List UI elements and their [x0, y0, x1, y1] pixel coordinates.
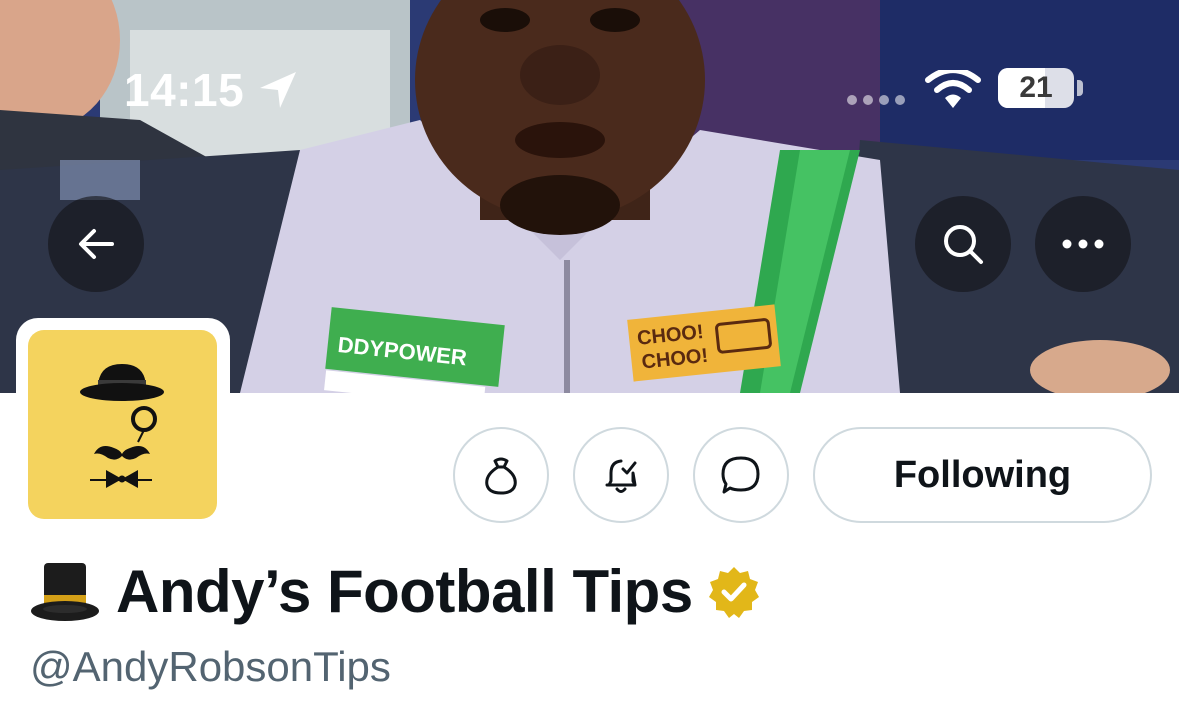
search-icon	[944, 225, 983, 264]
profile-name-row: Andy’s Football Tips	[30, 556, 761, 628]
wifi-icon	[925, 70, 981, 108]
message-button[interactable]	[693, 427, 789, 523]
battery-cap	[1077, 80, 1083, 96]
status-time: 14:15	[124, 64, 245, 116]
location-arrow-icon	[260, 72, 296, 108]
gold-verified-badge-icon[interactable]	[707, 565, 761, 619]
battery-level-text: 21	[1019, 71, 1053, 104]
notification-bell-icon	[605, 459, 637, 493]
gentleman-logo-icon	[80, 364, 164, 488]
more-options-button[interactable]	[1035, 196, 1131, 292]
back-button[interactable]	[48, 196, 144, 292]
profile-handle: @AndyRobsonTips	[30, 643, 391, 690]
top-hat-emoji	[31, 563, 99, 621]
display-name: Andy’s Football Tips	[116, 558, 693, 625]
message-icon	[721, 456, 760, 494]
battery-icon: 21	[998, 68, 1074, 108]
back-arrow-icon	[79, 229, 114, 259]
notifications-button[interactable]	[573, 427, 669, 523]
tip-button[interactable]	[453, 427, 549, 523]
avatar[interactable]	[28, 330, 217, 519]
search-button[interactable]	[915, 196, 1011, 292]
cellular-signal-icon	[847, 95, 905, 105]
tip-jar-icon	[485, 457, 517, 495]
following-button[interactable]: Following	[813, 427, 1152, 523]
more-icon	[1062, 239, 1104, 249]
